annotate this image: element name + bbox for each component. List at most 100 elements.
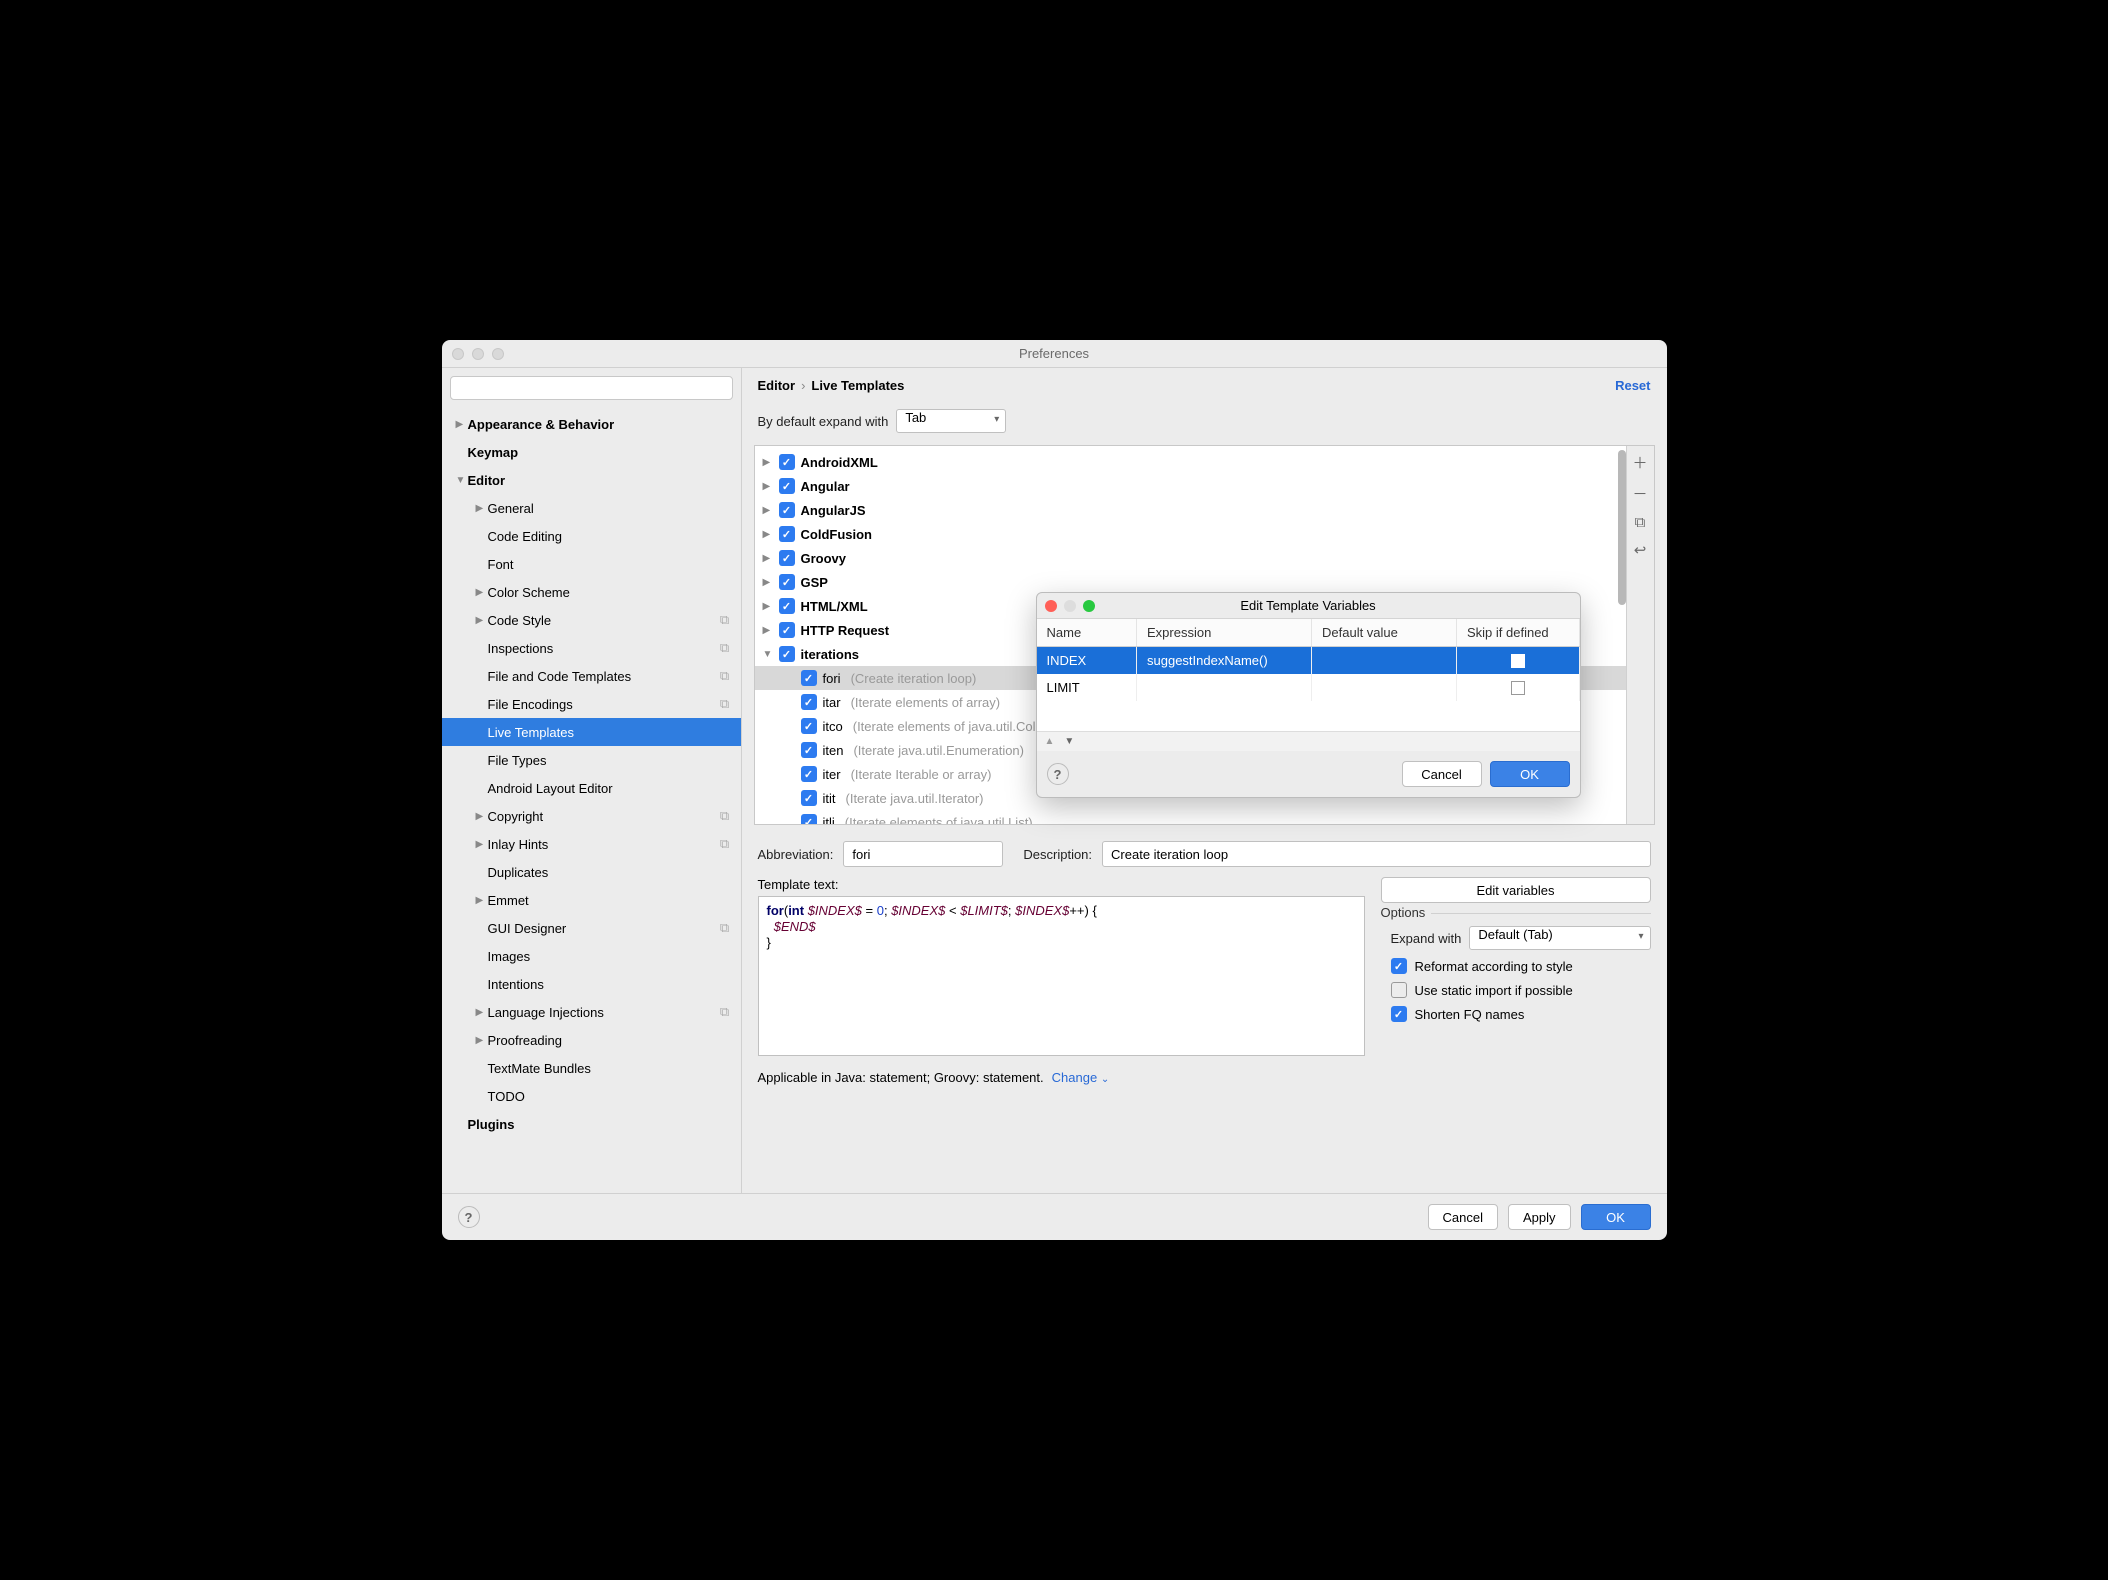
sidebar-item[interactable]: ▶Color Scheme bbox=[442, 578, 741, 606]
checkbox-icon[interactable]: ✓ bbox=[801, 694, 817, 710]
minimize-icon[interactable] bbox=[472, 348, 484, 360]
template-group[interactable]: ▶✓Angular bbox=[755, 474, 1626, 498]
checkbox-icon[interactable]: ✓ bbox=[801, 742, 817, 758]
sidebar-item[interactable]: Inspections⧉ bbox=[442, 634, 741, 662]
sidebar-item[interactable]: Android Layout Editor bbox=[442, 774, 741, 802]
apply-button[interactable]: Apply bbox=[1508, 1204, 1571, 1230]
close-icon[interactable] bbox=[1045, 600, 1057, 612]
sidebar-item[interactable]: Font bbox=[442, 550, 741, 578]
checkbox-icon[interactable]: ✓ bbox=[1391, 958, 1407, 974]
sidebar-item[interactable]: ▶Code Style⧉ bbox=[442, 606, 741, 634]
sidebar-item[interactable]: GUI Designer⧉ bbox=[442, 914, 741, 942]
sidebar-item[interactable]: File and Code Templates⧉ bbox=[442, 662, 741, 690]
template-group[interactable]: ▶✓GSP bbox=[755, 570, 1626, 594]
move-up-icon[interactable]: ▲ bbox=[1045, 736, 1055, 747]
sidebar-item[interactable]: Duplicates bbox=[442, 858, 741, 886]
abbr-input[interactable] bbox=[843, 841, 1003, 867]
dialog-cancel-button[interactable]: Cancel bbox=[1402, 761, 1482, 787]
checkbox-icon[interactable]: ✓ bbox=[779, 526, 795, 542]
col-expr[interactable]: Expression bbox=[1137, 619, 1312, 647]
checkbox-icon[interactable]: ✓ bbox=[801, 766, 817, 782]
checkbox-icon[interactable]: ✓ bbox=[801, 718, 817, 734]
settings-tree[interactable]: ▶Appearance & BehaviorKeymap▼Editor▶Gene… bbox=[442, 408, 741, 1193]
checkbox-icon[interactable]: ✓ bbox=[801, 790, 817, 806]
var-name[interactable]: LIMIT bbox=[1037, 674, 1137, 701]
expand-with-select[interactable]: Tab bbox=[896, 409, 1006, 433]
sidebar-item[interactable]: ▶Language Injections⧉ bbox=[442, 998, 741, 1026]
checkbox-icon[interactable]: ✓ bbox=[779, 550, 795, 566]
sidebar-item[interactable]: Images bbox=[442, 942, 741, 970]
var-def[interactable] bbox=[1312, 674, 1457, 701]
remove-icon[interactable]: － bbox=[1632, 483, 1647, 504]
checkbox-icon[interactable] bbox=[1511, 681, 1525, 695]
move-down-icon[interactable]: ▼ bbox=[1064, 736, 1074, 747]
template-group[interactable]: ▶✓AndroidXML bbox=[755, 450, 1626, 474]
checkbox-icon[interactable] bbox=[1511, 654, 1525, 668]
template-group[interactable]: ▶✓Groovy bbox=[755, 546, 1626, 570]
reset-link[interactable]: Reset bbox=[1615, 378, 1650, 393]
zoom-icon[interactable] bbox=[1083, 600, 1095, 612]
checkbox-icon[interactable]: ✓ bbox=[779, 574, 795, 590]
scroll-thumb[interactable] bbox=[1618, 450, 1626, 605]
opt-reformat[interactable]: ✓ Reformat according to style bbox=[1381, 954, 1651, 978]
add-icon[interactable]: ＋ bbox=[1632, 452, 1647, 473]
desc-input[interactable] bbox=[1102, 841, 1650, 867]
sidebar-item[interactable]: ▶General bbox=[442, 494, 741, 522]
sidebar-item[interactable]: ▶Appearance & Behavior bbox=[442, 410, 741, 438]
var-expr[interactable] bbox=[1137, 674, 1312, 701]
checkbox-icon[interactable]: ✓ bbox=[779, 502, 795, 518]
sidebar-item[interactable]: TODO bbox=[442, 1082, 741, 1110]
ok-button[interactable]: OK bbox=[1581, 1204, 1651, 1230]
col-skip[interactable]: Skip if defined bbox=[1457, 619, 1580, 647]
sidebar-item[interactable]: Intentions bbox=[442, 970, 741, 998]
sidebar-item[interactable]: ▼Editor bbox=[442, 466, 741, 494]
copy-icon[interactable]: ⧉ bbox=[1635, 514, 1646, 531]
checkbox-icon[interactable]: ✓ bbox=[779, 646, 795, 662]
checkbox-icon[interactable]: ✓ bbox=[779, 454, 795, 470]
close-icon[interactable] bbox=[452, 348, 464, 360]
checkbox-icon[interactable]: ✓ bbox=[779, 478, 795, 494]
scrollbar[interactable] bbox=[1616, 450, 1626, 820]
checkbox-icon[interactable]: ✓ bbox=[779, 622, 795, 638]
var-expr[interactable]: suggestIndexName() bbox=[1137, 647, 1312, 675]
sidebar-item[interactable]: ▶Proofreading bbox=[442, 1026, 741, 1054]
var-skip[interactable] bbox=[1457, 674, 1580, 701]
variable-row[interactable]: LIMIT bbox=[1037, 674, 1580, 701]
sidebar-item[interactable]: Keymap bbox=[442, 438, 741, 466]
var-name[interactable]: INDEX bbox=[1037, 647, 1137, 675]
sidebar-item[interactable]: Plugins bbox=[442, 1110, 741, 1138]
variables-table[interactable]: Name Expression Default value Skip if de… bbox=[1037, 619, 1580, 701]
variable-row[interactable]: INDEXsuggestIndexName() bbox=[1037, 647, 1580, 675]
zoom-icon[interactable] bbox=[492, 348, 504, 360]
template-item[interactable]: ✓itli (Iterate elements of java.util.Lis… bbox=[755, 810, 1626, 824]
sidebar-item[interactable]: ▶Inlay Hints⧉ bbox=[442, 830, 741, 858]
sidebar-item[interactable]: File Encodings⧉ bbox=[442, 690, 741, 718]
edit-variables-button[interactable]: Edit variables bbox=[1381, 877, 1651, 903]
sidebar-item[interactable]: Live Templates bbox=[442, 718, 741, 746]
var-skip[interactable] bbox=[1457, 647, 1580, 675]
help-icon[interactable]: ? bbox=[1047, 763, 1069, 785]
cancel-button[interactable]: Cancel bbox=[1428, 1204, 1498, 1230]
sidebar-item[interactable]: ▶Copyright⧉ bbox=[442, 802, 741, 830]
sidebar-item[interactable]: Code Editing bbox=[442, 522, 741, 550]
checkbox-icon[interactable]: ✓ bbox=[801, 814, 817, 824]
opt-static-import[interactable]: Use static import if possible bbox=[1381, 978, 1651, 1002]
undo-icon[interactable]: ↩ bbox=[1634, 541, 1647, 559]
sidebar-item[interactable]: TextMate Bundles bbox=[442, 1054, 741, 1082]
opt-expand-select[interactable]: Default (Tab) bbox=[1469, 926, 1650, 950]
checkbox-icon[interactable] bbox=[1391, 982, 1407, 998]
col-def[interactable]: Default value bbox=[1312, 619, 1457, 647]
template-group[interactable]: ▶✓AngularJS bbox=[755, 498, 1626, 522]
checkbox-icon[interactable]: ✓ bbox=[779, 598, 795, 614]
opt-shorten[interactable]: ✓ Shorten FQ names bbox=[1381, 1002, 1651, 1026]
sidebar-item[interactable]: File Types bbox=[442, 746, 741, 774]
template-group[interactable]: ▶✓ColdFusion bbox=[755, 522, 1626, 546]
sidebar-item[interactable]: ▶Emmet bbox=[442, 886, 741, 914]
change-link[interactable]: Change ⌄ bbox=[1052, 1070, 1110, 1085]
checkbox-icon[interactable]: ✓ bbox=[801, 670, 817, 686]
var-def[interactable] bbox=[1312, 647, 1457, 675]
help-icon[interactable]: ? bbox=[458, 1206, 480, 1228]
template-text-input[interactable]: for(int $INDEX$ = 0; $INDEX$ < $LIMIT$; … bbox=[758, 896, 1365, 1056]
checkbox-icon[interactable]: ✓ bbox=[1391, 1006, 1407, 1022]
search-input[interactable] bbox=[450, 376, 733, 400]
